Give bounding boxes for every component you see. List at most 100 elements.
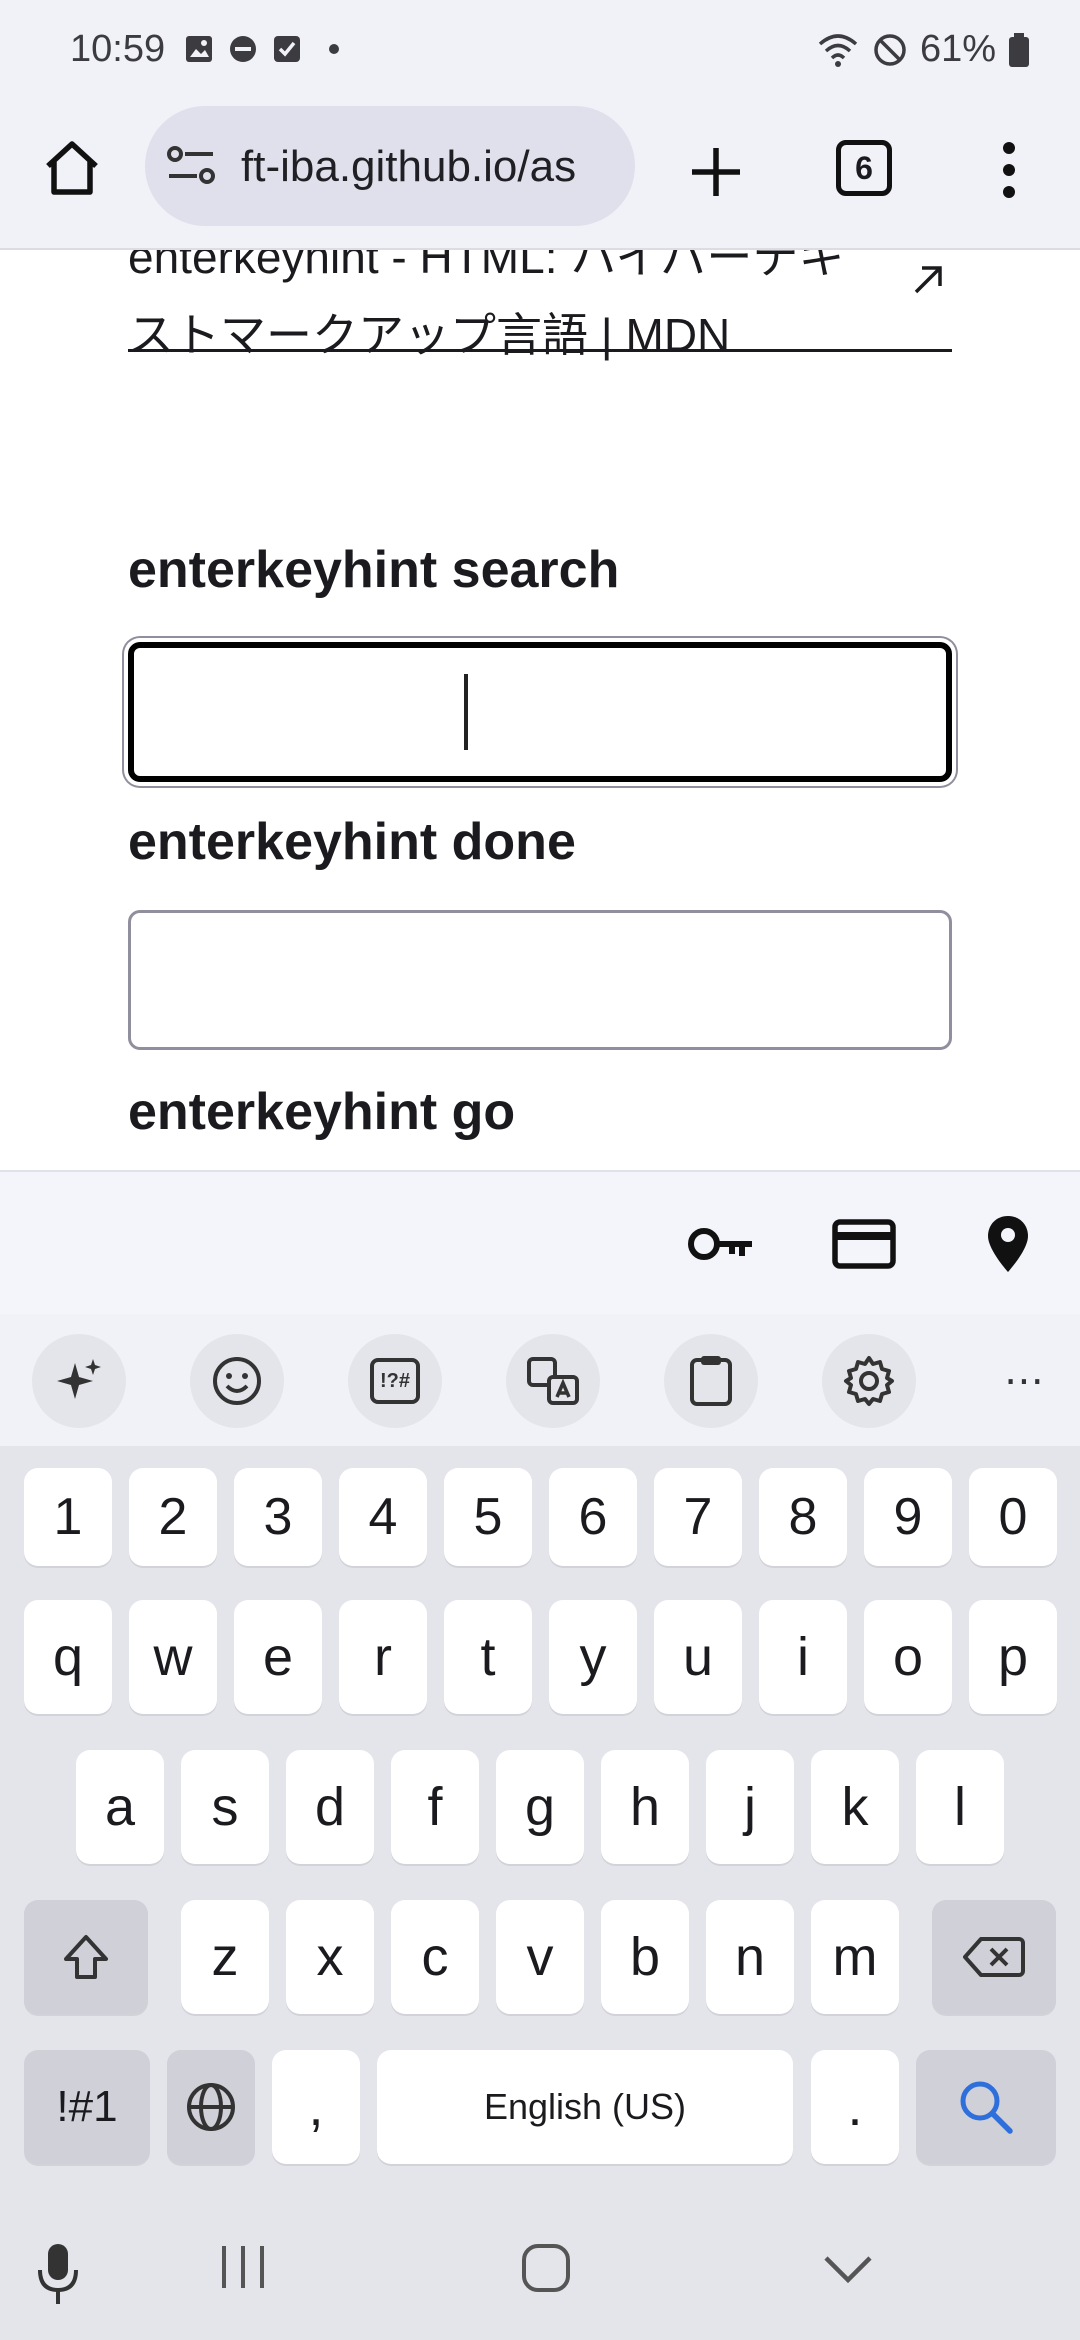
key-k[interactable]: k bbox=[811, 1750, 899, 1864]
field-label-search: enterkeyhint search bbox=[128, 541, 620, 599]
image-icon bbox=[186, 36, 212, 62]
status-bar: 10:59 61% bbox=[0, 0, 1080, 104]
wifi-icon bbox=[818, 33, 858, 67]
home-icon[interactable] bbox=[40, 136, 104, 200]
tab-count: 6 bbox=[855, 149, 873, 186]
comma-key[interactable]: , bbox=[272, 2050, 360, 2164]
key-d[interactable]: d bbox=[286, 1750, 374, 1864]
key-1[interactable]: 1 bbox=[24, 1468, 112, 1566]
key-m[interactable]: m bbox=[811, 1900, 899, 2014]
field-label-go: enterkeyhint go bbox=[128, 1083, 516, 1141]
key-x[interactable]: x bbox=[286, 1900, 374, 2014]
backspace-icon bbox=[963, 1937, 1025, 1977]
url-text[interactable]: ft-iba.github.io/as bbox=[241, 142, 576, 192]
external-link-arrow-icon bbox=[914, 266, 942, 294]
emoji-button[interactable] bbox=[190, 1334, 284, 1428]
search-input[interactable] bbox=[128, 642, 952, 782]
status-icons-right: 61% bbox=[816, 28, 1030, 71]
more-menu-icon[interactable] bbox=[1000, 140, 1018, 200]
mdn-link[interactable]: enterkeyhint - HTML: ハイパーテキストマークアップ言語 | … bbox=[128, 250, 952, 361]
system-nav-bar bbox=[0, 2196, 1080, 2340]
translate-button[interactable] bbox=[506, 1334, 600, 1428]
key-7[interactable]: 7 bbox=[654, 1468, 742, 1566]
ai-tools-button[interactable] bbox=[32, 1334, 126, 1428]
key-a[interactable]: a bbox=[76, 1750, 164, 1864]
tab-switcher-button[interactable]: 6 bbox=[836, 140, 892, 196]
sparkle-icon bbox=[57, 1359, 101, 1399]
new-tab-icon[interactable] bbox=[686, 142, 746, 202]
symbols-key[interactable]: !#1 bbox=[24, 2050, 150, 2164]
key-t[interactable]: t bbox=[444, 1600, 532, 1714]
site-settings-icon[interactable] bbox=[165, 144, 219, 188]
dnd-icon bbox=[230, 36, 256, 62]
key-q[interactable]: q bbox=[24, 1600, 112, 1714]
key-icon[interactable] bbox=[686, 1214, 756, 1274]
credit-card-icon[interactable] bbox=[832, 1214, 896, 1274]
dot-icon bbox=[329, 44, 339, 54]
key-8[interactable]: 8 bbox=[759, 1468, 847, 1566]
key-r[interactable]: r bbox=[339, 1600, 427, 1714]
keyboard: 1 2 3 4 5 6 7 8 9 0 q w e r t y u i o p … bbox=[0, 1446, 1080, 2196]
keyboard-toolbar: !?# ⋯ bbox=[0, 1314, 1080, 1446]
block-icon bbox=[874, 33, 906, 66]
language-key[interactable] bbox=[167, 2050, 255, 2164]
recent-apps-icon[interactable] bbox=[218, 2242, 268, 2292]
checkbox-icon bbox=[274, 36, 300, 62]
address-bar[interactable]: ft-iba.github.io/as bbox=[145, 106, 635, 226]
browser-toolbar: ft-iba.github.io/as 6 bbox=[0, 104, 1080, 250]
key-y[interactable]: y bbox=[549, 1600, 637, 1714]
key-v[interactable]: v bbox=[496, 1900, 584, 2014]
globe-icon bbox=[187, 2083, 235, 2131]
key-j[interactable]: j bbox=[706, 1750, 794, 1864]
key-3[interactable]: 3 bbox=[234, 1468, 322, 1566]
space-key[interactable]: English (US) bbox=[377, 2050, 793, 2164]
key-h[interactable]: h bbox=[601, 1750, 689, 1864]
key-o[interactable]: o bbox=[864, 1600, 952, 1714]
key-5[interactable]: 5 bbox=[444, 1468, 532, 1566]
key-6[interactable]: 6 bbox=[549, 1468, 637, 1566]
key-2[interactable]: 2 bbox=[129, 1468, 217, 1566]
shift-icon bbox=[64, 1935, 108, 1979]
more-icon[interactable]: ⋯ bbox=[978, 1334, 1072, 1428]
key-n[interactable]: n bbox=[706, 1900, 794, 2014]
key-c[interactable]: c bbox=[391, 1900, 479, 2014]
key-e[interactable]: e bbox=[234, 1600, 322, 1714]
search-icon bbox=[960, 2081, 1013, 2134]
key-u[interactable]: u bbox=[654, 1600, 742, 1714]
field-label-done: enterkeyhint done bbox=[128, 813, 576, 871]
key-9[interactable]: 9 bbox=[864, 1468, 952, 1566]
home-button-icon[interactable] bbox=[520, 2242, 572, 2294]
back-chevron-icon[interactable] bbox=[822, 2250, 874, 2290]
symbols-button[interactable]: !?# bbox=[348, 1334, 442, 1428]
key-l[interactable]: l bbox=[916, 1750, 1004, 1864]
status-icons-left bbox=[184, 34, 346, 64]
key-g[interactable]: g bbox=[496, 1750, 584, 1864]
period-key[interactable]: . bbox=[811, 2050, 899, 2164]
web-page: enterkeyhint - HTML: ハイパーテキストマークアップ言語 | … bbox=[0, 250, 1080, 1170]
clipboard-button[interactable] bbox=[664, 1334, 758, 1428]
key-s[interactable]: s bbox=[181, 1750, 269, 1864]
key-f[interactable]: f bbox=[391, 1750, 479, 1864]
battery-percent: 61% bbox=[919, 28, 996, 70]
autofill-bar bbox=[0, 1170, 1080, 1314]
shift-key[interactable] bbox=[24, 1900, 148, 2014]
battery-icon bbox=[1009, 32, 1029, 67]
key-w[interactable]: w bbox=[129, 1600, 217, 1714]
done-input[interactable] bbox=[128, 910, 952, 1050]
location-pin-icon[interactable] bbox=[986, 1214, 1030, 1274]
key-p[interactable]: p bbox=[969, 1600, 1057, 1714]
search-action-key[interactable] bbox=[916, 2050, 1056, 2164]
clipboard-icon bbox=[690, 1356, 732, 1406]
key-0[interactable]: 0 bbox=[969, 1468, 1057, 1566]
backspace-key[interactable] bbox=[932, 1900, 1056, 2014]
mdn-link-text[interactable]: enterkeyhint - HTML: ハイパーテキストマークアップ言語 | … bbox=[128, 250, 888, 374]
key-i[interactable]: i bbox=[759, 1600, 847, 1714]
keyboard-settings-button[interactable] bbox=[822, 1334, 916, 1428]
status-time: 10:59 bbox=[70, 28, 166, 70]
text-caret bbox=[464, 674, 468, 750]
symbols-icon: !?# bbox=[370, 1358, 420, 1404]
key-4[interactable]: 4 bbox=[339, 1468, 427, 1566]
key-b[interactable]: b bbox=[601, 1900, 689, 2014]
mic-icon[interactable] bbox=[36, 2242, 80, 2306]
key-z[interactable]: z bbox=[181, 1900, 269, 2014]
